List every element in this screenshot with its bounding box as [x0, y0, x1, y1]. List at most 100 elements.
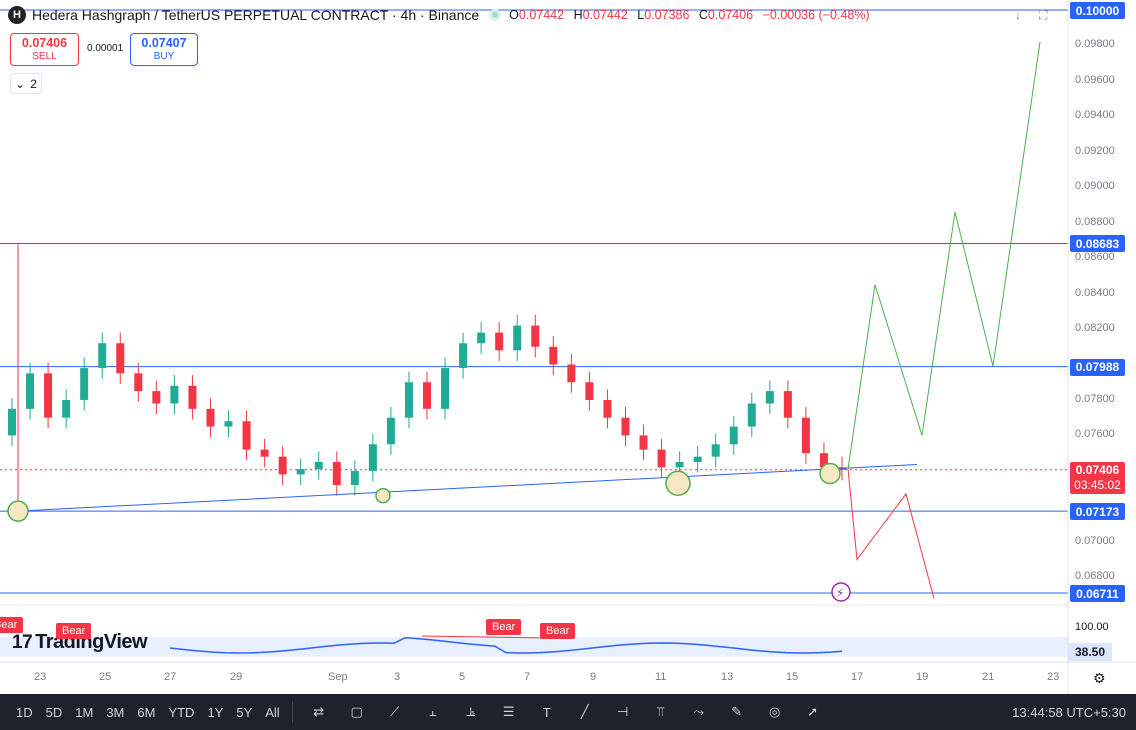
- candle-body: [549, 346, 558, 365]
- time-tick: 19: [916, 671, 929, 683]
- oscillator-value-label: 38.50: [1068, 643, 1112, 661]
- time-tick: 5: [459, 671, 466, 683]
- candle-body: [639, 435, 648, 450]
- candle-body: [152, 391, 161, 404]
- brush-icon[interactable]: ⤳: [686, 699, 712, 725]
- level-price-label[interactable]: 0.07173: [1070, 503, 1125, 521]
- market-status-icon[interactable]: [489, 9, 502, 21]
- hedera-logo-icon: H: [8, 6, 26, 24]
- fullscreen-icon[interactable]: ⛶: [1039, 8, 1047, 23]
- touch-point-circle-0: [7, 500, 29, 522]
- candle-body: [621, 417, 630, 436]
- touch-point-circle-2: [665, 470, 691, 497]
- sell-button[interactable]: 0.07406 SELL: [10, 33, 79, 66]
- touch-point-circle-3: [819, 462, 841, 485]
- timeframe-1m[interactable]: 1M: [70, 705, 98, 720]
- current-price-label[interactable]: 0.07406 03:45:02: [1070, 461, 1125, 494]
- price-tick: 0.09800: [1075, 38, 1115, 51]
- candle-body: [206, 408, 215, 427]
- timeframe-1d[interactable]: 1D: [11, 705, 38, 720]
- timeframe-6m[interactable]: 6M: [132, 705, 160, 720]
- candle-body: [314, 462, 323, 470]
- oscillator-band: [0, 637, 1068, 657]
- time-tick: 3: [394, 671, 401, 683]
- timeframe-5d[interactable]: 5D: [41, 705, 68, 720]
- price-tick: 0.06800: [1075, 570, 1115, 583]
- compare-icon[interactable]: ⇄: [306, 699, 332, 725]
- rectangle-icon[interactable]: ▢: [344, 699, 370, 725]
- text-icon[interactable]: T: [534, 699, 560, 725]
- candle-body: [675, 462, 684, 468]
- clock-readout[interactable]: 13:44:58 UTC+5:30: [1012, 705, 1126, 720]
- timeframe-5y[interactable]: 5Y: [231, 705, 257, 720]
- level-price-label[interactable]: 0.07988: [1070, 358, 1125, 376]
- candle-body: [693, 456, 702, 463]
- chart-canvas[interactable]: ⚡: [0, 0, 1136, 694]
- candle-body: [368, 444, 377, 471]
- candle-body: [278, 456, 287, 475]
- time-tick: 11: [655, 671, 667, 683]
- spread-value: 0.00001: [87, 43, 124, 54]
- bottom-toolbar: 1D 5D 1M 3M 6M YTD 1Y 5Y All ⇄ ▢ ⟋ ⫠ ⫡ ☰ T ╱ ⊣ ⫪ ⤳ ✎ ◎ ➚ 13:4…: [0, 694, 1136, 730]
- price-tick: 0.08800: [1075, 215, 1115, 228]
- timeframe-1y[interactable]: 1Y: [202, 705, 228, 720]
- price-tick: 0.07800: [1075, 392, 1115, 405]
- time-tick: 9: [590, 671, 597, 683]
- candle-body: [350, 470, 359, 486]
- path-icon[interactable]: ⟋: [382, 699, 408, 725]
- timeframe-ytd[interactable]: YTD: [163, 705, 199, 720]
- candle-body: [567, 364, 576, 383]
- long-position-icon[interactable]: ⫠: [420, 699, 446, 725]
- arrow-icon[interactable]: ➚: [800, 699, 826, 725]
- candle-body: [423, 382, 431, 409]
- level-price-label[interactable]: 0.10000: [1070, 2, 1125, 19]
- candle-body: [513, 325, 522, 351]
- candle-body: [80, 368, 89, 400]
- timeframe-3m[interactable]: 3M: [101, 705, 129, 720]
- fib-icon[interactable]: ⊣: [610, 699, 636, 725]
- candle-body: [441, 368, 450, 409]
- candle-body: [98, 343, 107, 369]
- pitchfork-icon[interactable]: ⫪: [648, 699, 674, 725]
- symbol-title[interactable]: Hedera Hashgraph / TetherUS PERPETUAL CO…: [32, 7, 479, 23]
- parallel-lines-icon[interactable]: ☰: [496, 699, 522, 725]
- candle-body: [765, 391, 774, 404]
- pen-icon[interactable]: ✎: [724, 699, 750, 725]
- candle-body: [459, 343, 468, 369]
- price-tick: 0.09400: [1075, 109, 1115, 122]
- timeframe-all[interactable]: All: [260, 705, 284, 720]
- chart-settings-icon[interactable]: ⚙: [1093, 670, 1106, 687]
- time-tick: 21: [982, 671, 995, 683]
- indicators-collapse-button[interactable]: ⌄ 2: [10, 73, 42, 94]
- current-price-value: 0.07406: [1075, 462, 1120, 477]
- candle-body: [531, 325, 540, 347]
- time-tick: 23: [1047, 671, 1060, 683]
- price-tick: 0.08600: [1075, 251, 1115, 264]
- level-price-label[interactable]: 0.08683: [1070, 235, 1125, 253]
- price-tick: 0.07000: [1075, 534, 1115, 547]
- touch-point-circle-1: [375, 487, 391, 504]
- bear-divergence-tag: Bear: [56, 623, 92, 639]
- candle-body: [386, 417, 395, 445]
- candle-body: [477, 332, 486, 344]
- candle-body: [801, 417, 810, 454]
- short-position-icon[interactable]: ⫡: [458, 699, 484, 725]
- measure-icon[interactable]: ◎: [762, 699, 788, 725]
- buy-button[interactable]: 0.07407 BUY: [130, 33, 198, 66]
- arrow-down-icon[interactable]: ↓: [1015, 8, 1021, 23]
- candle-body: [332, 462, 341, 486]
- candle-body: [747, 403, 756, 427]
- candle-body: [657, 449, 666, 468]
- time-tick: 27: [164, 671, 177, 683]
- candle-body: [783, 391, 792, 418]
- trendline-icon[interactable]: ╱: [572, 699, 598, 725]
- candle-body: [170, 385, 179, 404]
- candle-body: [296, 469, 305, 475]
- symbol-legend: H Hedera Hashgraph / TetherUS PERPETUAL …: [8, 6, 876, 24]
- bar-countdown: 03:45:02: [1074, 477, 1121, 492]
- level-price-label[interactable]: 0.06711: [1070, 585, 1125, 602]
- chevron-down-icon: ⌄: [15, 76, 26, 91]
- time-tick: Sep: [328, 671, 348, 683]
- price-tick: 0.09200: [1075, 144, 1115, 157]
- tradingview-logo-icon: 17: [12, 631, 33, 653]
